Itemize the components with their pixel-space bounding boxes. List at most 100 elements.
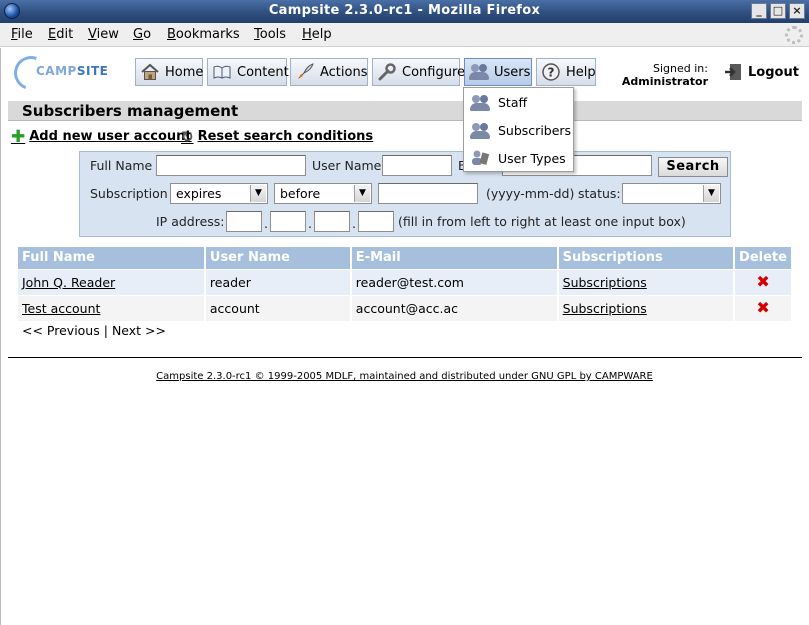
subscribers-icon (470, 121, 490, 139)
menu-item-user-types-label: User Types (498, 150, 566, 166)
menu-edit[interactable]: Edit (48, 27, 73, 42)
nav-configure-button[interactable]: Configure (372, 58, 465, 86)
date-format-hint: (yyyy-mm-dd) (486, 186, 575, 201)
search-button[interactable]: Search (658, 157, 728, 177)
chevron-down-icon: ▼ (703, 185, 719, 202)
subscriptions-link[interactable]: Subscriptions (563, 301, 647, 316)
menu-item-user-types[interactable]: User Types (464, 145, 573, 171)
footer-divider (8, 357, 802, 358)
svg-text:?: ? (548, 66, 555, 80)
add-user-link[interactable]: ✚ Add new user account (11, 126, 192, 147)
cell-delete: ✖ (734, 268, 791, 295)
full-name-label: Full Name (90, 158, 153, 173)
add-icon: ✚ (11, 126, 26, 147)
ip-dot: . (352, 216, 356, 231)
nav-actions-label: Actions (320, 64, 368, 80)
next-link[interactable]: Next >> (112, 323, 166, 338)
help-icon: ? (541, 62, 561, 82)
menu-file[interactable]: File (11, 27, 33, 42)
nav-actions-button[interactable]: Actions (290, 58, 368, 86)
nav-help-button[interactable]: ? Help (536, 58, 596, 86)
search-panel: Full Name User Name E Search Subscriptio… (79, 151, 731, 237)
full-name-input[interactable] (156, 155, 306, 176)
users-dropdown-menu: Staff Subscribers User Types (463, 87, 574, 172)
delete-icon[interactable]: ✖ (739, 274, 787, 290)
menu-item-staff[interactable]: Staff (464, 89, 573, 115)
logo-text-light: CAMP (36, 64, 77, 78)
nav-help-label: Help (566, 64, 596, 80)
subscription-condition-select[interactable]: before ▼ (274, 183, 372, 204)
cell-user-name: account (204, 294, 352, 321)
column-header-delete: Delete (734, 247, 791, 269)
table-header-row: Full Name User Name E-Mail Subscriptions… (18, 247, 791, 269)
subscription-label: Subscription (90, 186, 168, 201)
campsite-logo[interactable]: CAMPSITE (8, 50, 122, 96)
refresh-icon: ↻ (181, 127, 194, 146)
ip-dot: . (308, 216, 312, 231)
status-select[interactable]: ▼ (622, 183, 721, 204)
subscription-field-select[interactable]: expires ▼ (170, 183, 268, 204)
footer-text[interactable]: Campsite 2.3.0-rc1 © 1999-2005 MDLF, mai… (0, 371, 809, 382)
cell-delete: ✖ (734, 294, 791, 321)
signed-in-user: Administrator (621, 75, 708, 88)
subscription-date-input[interactable] (378, 183, 478, 204)
users-icon (469, 62, 489, 82)
column-header-subscriptions: Subscriptions (557, 247, 736, 269)
subscribers-table: Full Name User Name E-Mail Subscriptions… (18, 247, 791, 321)
table-row: Test account account account@acc.ac Subs… (18, 294, 791, 321)
menu-bookmarks[interactable]: Bookmarks (167, 27, 240, 42)
status-label: status: (578, 186, 621, 201)
logout-button[interactable]: Logout (724, 62, 799, 82)
menu-help[interactable]: Help (302, 27, 332, 42)
ip-octet-1-input[interactable] (226, 211, 262, 232)
signed-in-label: Signed in: (653, 62, 708, 75)
nav-content-button[interactable]: Content (207, 58, 289, 86)
cell-email: reader@test.com (350, 268, 559, 295)
signed-in-info: Signed in: Administrator (620, 62, 708, 88)
ip-address-label: IP address: (156, 214, 225, 229)
nav-configure-label: Configure (402, 64, 466, 80)
reset-search-label: Reset search conditions (197, 129, 374, 144)
throbber-icon (785, 26, 803, 44)
add-user-label: Add new user account (29, 129, 192, 144)
chevron-down-icon: ▼ (354, 185, 370, 202)
ip-octet-4-input[interactable] (358, 211, 394, 232)
menu-view[interactable]: View (88, 27, 119, 42)
menu-item-staff-label: Staff (498, 94, 528, 110)
minimize-button[interactable]: _ (751, 3, 767, 19)
users-icon-glyph (469, 62, 489, 80)
maximize-button[interactable]: □ (770, 3, 786, 19)
menu-item-subscribers[interactable]: Subscribers (464, 117, 573, 143)
subscription-field-value: expires (176, 186, 222, 201)
subscriptions-link[interactable]: Subscriptions (563, 275, 647, 290)
menu-item-subscribers-label: Subscribers (498, 122, 572, 138)
reset-search-link[interactable]: ↻ Reset search conditions (181, 129, 373, 144)
user-name-link[interactable]: John Q. Reader (22, 275, 115, 290)
subscription-condition-value: before (280, 186, 321, 201)
column-header-full-name: Full Name (18, 247, 206, 269)
cell-user-name: reader (204, 268, 352, 295)
pagination: << Previous | Next >> (22, 323, 166, 338)
menu-go[interactable]: Go (133, 27, 151, 42)
user-name-input[interactable] (382, 155, 452, 176)
pager-separator: | (103, 323, 108, 338)
close-button[interactable]: × (789, 3, 805, 19)
nav-home-button[interactable]: Home (135, 58, 203, 86)
previous-link[interactable]: << Previous (22, 323, 100, 338)
user-types-icon (470, 148, 490, 168)
nav-users-button[interactable]: Users (464, 58, 532, 86)
user-name-label: User Name (312, 158, 382, 173)
cell-subscriptions: Subscriptions (557, 268, 736, 295)
user-name-link[interactable]: Test account (22, 301, 100, 316)
column-header-email: E-Mail (350, 247, 559, 269)
ip-octet-3-input[interactable] (314, 211, 350, 232)
window-titlebar: Campsite 2.3.0-rc1 - Mozilla Firefox _ □… (0, 0, 809, 23)
column-header-user-name: User Name (204, 247, 352, 269)
wrench-icon (377, 62, 397, 82)
ip-address-hint: (fill in from left to right at least one… (398, 214, 686, 229)
cell-full-name: Test account (18, 294, 206, 321)
book-icon (212, 62, 232, 82)
ip-octet-2-input[interactable] (270, 211, 306, 232)
menu-tools[interactable]: Tools (254, 27, 286, 42)
delete-icon[interactable]: ✖ (739, 300, 787, 316)
